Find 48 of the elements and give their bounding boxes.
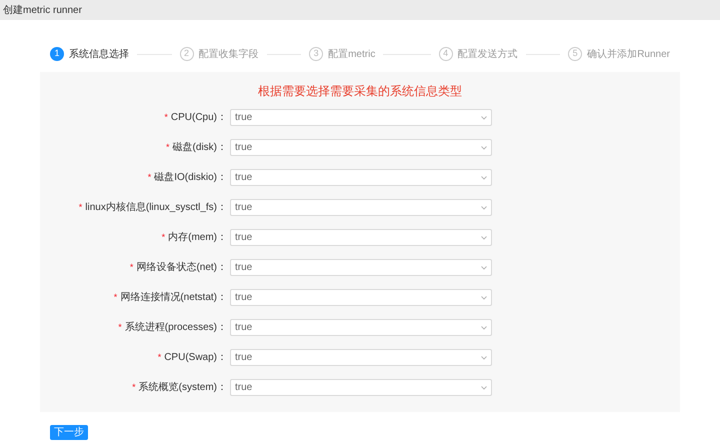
step: 4 配置发送方式 — [438, 46, 518, 62]
required-mark: * — [114, 290, 118, 304]
field-label: 系统概览(system)： — [138, 380, 227, 395]
field-label: 系统进程(processes)： — [124, 320, 227, 335]
chevron-down-icon — [481, 176, 487, 180]
select-field[interactable]: true — [230, 199, 492, 216]
chevron-down-icon — [481, 356, 487, 360]
required-mark: * — [162, 230, 166, 244]
field-label: 磁盘IO(diskio)： — [154, 171, 227, 185]
field-label: 磁盘(disk)： — [172, 141, 227, 155]
chevron-down-icon — [481, 326, 487, 330]
chevron-down-icon — [481, 116, 487, 120]
required-mark: * — [130, 260, 134, 274]
select-field[interactable]: true — [230, 349, 492, 366]
field-label: 网络设备状态(net)： — [136, 260, 227, 275]
select-field[interactable]: true — [230, 139, 492, 156]
window-title: 创建metric runner — [2, 4, 83, 18]
chevron-down-icon — [481, 386, 487, 390]
step: 1 系统信息选择 — [50, 46, 129, 62]
step: 5 确认并添加Runner — [568, 46, 670, 62]
select-field[interactable]: true — [230, 289, 492, 306]
select-field[interactable]: true — [230, 379, 492, 396]
required-mark: * — [166, 140, 170, 154]
required-mark: * — [158, 350, 162, 364]
select-field[interactable]: true — [230, 259, 492, 276]
field-label: 网络连接情况(netstat)： — [120, 290, 227, 305]
field-label: CPU(Cpu)： — [170, 111, 227, 125]
step: 2 配置收集字段 — [180, 46, 259, 62]
chevron-down-icon — [481, 236, 487, 240]
required-mark: * — [78, 200, 82, 214]
chevron-down-icon — [481, 266, 487, 270]
required-mark: * — [164, 110, 168, 124]
field-label: linux内核信息(linux_sysctl_fs)： — [85, 200, 227, 215]
step: 3 配置metric — [309, 46, 376, 62]
select-field[interactable]: true — [230, 319, 492, 336]
select-field[interactable]: true — [230, 169, 492, 186]
select-field[interactable]: true — [230, 109, 492, 126]
field-label: 内存(mem)： — [168, 230, 227, 245]
required-mark: * — [132, 380, 136, 394]
form-heading: 根据需要选择需要采集的系统信息类型 — [258, 83, 462, 99]
required-mark: * — [118, 320, 122, 334]
chevron-down-icon — [481, 296, 487, 300]
next-button[interactable]: 下一步 — [50, 425, 88, 440]
select-field[interactable]: true — [230, 229, 492, 246]
required-mark: * — [148, 170, 152, 184]
chevron-down-icon — [481, 146, 487, 150]
chevron-down-icon — [481, 206, 487, 210]
field-label: CPU(Swap)： — [164, 351, 227, 365]
